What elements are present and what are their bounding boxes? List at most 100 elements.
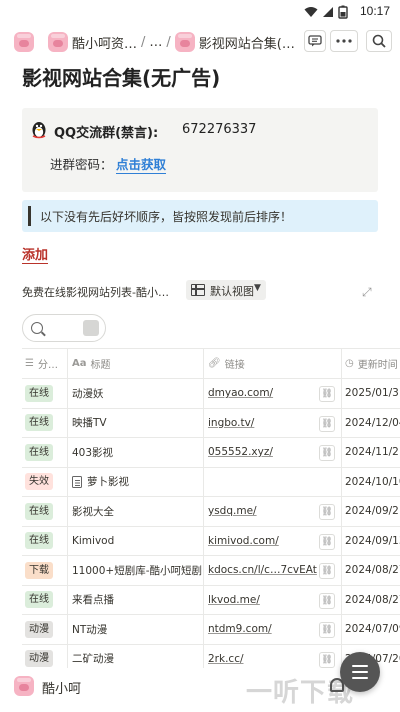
title-cell[interactable]: 403影视 xyxy=(68,438,204,467)
status-cell[interactable]: 失效 xyxy=(22,467,68,496)
title-cell[interactable]: 11000+短剧库-酷小呵短剧 xyxy=(68,556,204,585)
workspace-pig-icon[interactable] xyxy=(14,676,34,696)
password-label: 进群密码： xyxy=(50,157,113,172)
link-cell[interactable]: ntdm9.com/ ⛓︎ xyxy=(204,615,342,644)
date-cell[interactable]: 2024/11/21 xyxy=(342,438,400,467)
quote-bar xyxy=(28,206,31,226)
row-link[interactable]: ysdq.me/ xyxy=(208,505,257,517)
row-link[interactable]: 055552.xyz/ xyxy=(208,446,273,458)
title-cell[interactable]: 动漫妖 xyxy=(68,379,204,408)
page-pig-icon[interactable] xyxy=(48,32,68,52)
table-row[interactable]: 在线 动漫妖 dmyao.com/ ⛓︎ 2025/01/31 xyxy=(22,378,400,408)
table-row[interactable]: 在线 影视大全 ysdq.me/ ⛓︎ 2024/09/21 xyxy=(22,496,400,526)
status-tag: 在线 xyxy=(25,384,53,402)
chevron-down-icon: ▼ xyxy=(254,283,261,293)
row-link[interactable]: dmyao.com/ xyxy=(208,387,273,399)
status-cell[interactable]: 在线 xyxy=(22,379,68,408)
search-toggle[interactable] xyxy=(83,320,99,336)
link-cell[interactable]: kdocs.cn/l/c…7cvEAt ⛓︎ xyxy=(204,556,342,585)
comment-button[interactable] xyxy=(304,30,326,52)
workspace-name[interactable]: 酷小呵 xyxy=(42,678,81,697)
table-body: 在线 动漫妖 dmyao.com/⛓︎ 2025/01/31 在线 映播TV ingbo.t… xyxy=(22,378,400,673)
date-cell[interactable]: 2024/08/27 xyxy=(342,556,400,585)
table-row[interactable]: 在线 来看点播 lkvod.me/ ⛓︎ 2024/08/27 xyxy=(22,584,400,615)
link-cell[interactable]: ysdq.me/ ⛓︎ xyxy=(204,497,342,526)
database-search[interactable] xyxy=(22,314,106,342)
date-cell[interactable]: 2024/10/10 xyxy=(342,468,400,497)
search-button[interactable] xyxy=(366,30,392,52)
link-chain-icon[interactable]: ⛓︎ xyxy=(319,563,335,579)
row-link[interactable]: 2rk.cc/ xyxy=(208,653,244,665)
row-date: 2024/10/10 xyxy=(345,475,400,488)
column-header-date[interactable]: ◷ 更新时间 xyxy=(342,349,400,378)
quote-text: 以下没有先后好坏顺序，皆按照发现前后排序！ xyxy=(40,210,293,224)
status-cell[interactable]: 在线 xyxy=(22,438,68,467)
row-link[interactable]: ingbo.tv/ xyxy=(208,417,254,429)
date-cell[interactable]: 2024/12/04 xyxy=(342,409,400,438)
title-cell[interactable]: 来看点播 xyxy=(68,585,204,614)
link-cell[interactable]: kimivod.com/ ⛓︎ xyxy=(204,526,342,555)
status-cell[interactable]: 在线 xyxy=(22,497,68,526)
row-link[interactable]: lkvod.me/ xyxy=(208,594,260,606)
date-cell[interactable]: 2024/09/13 xyxy=(342,527,400,556)
status-cell[interactable]: 在线 xyxy=(22,408,68,437)
link-chain-icon[interactable]: ⛓︎ xyxy=(319,622,335,638)
link-chain-icon[interactable]: ⛓︎ xyxy=(319,651,335,668)
table-row[interactable]: 在线 403影视 055552.xyz/ ⛓︎ 2024/11/21 xyxy=(22,437,400,467)
title-cell[interactable]: 萝卜影视 xyxy=(68,467,204,496)
view-selector[interactable]: 默认视图 ▼ xyxy=(186,280,266,300)
table-row[interactable]: 在线 Kimivod kimivod.com/ ⛓︎ 2024/09/13 xyxy=(22,525,400,556)
status-cell[interactable]: 下载 xyxy=(22,556,68,585)
row-link[interactable]: kimivod.com/ xyxy=(208,535,279,547)
column-header-title[interactable]: Aa 标题 xyxy=(68,349,204,378)
more-button[interactable] xyxy=(330,30,358,52)
clock-icon: ◷ xyxy=(345,358,354,369)
date-cell[interactable]: 2025/01/31 xyxy=(342,379,400,408)
title-cell[interactable]: Kimivod xyxy=(68,526,204,555)
date-cell[interactable]: 2024/09/21 xyxy=(342,497,400,526)
link-cell[interactable]: lkvod.me/ ⛓︎ xyxy=(204,585,342,614)
link-cell[interactable] xyxy=(204,467,342,496)
page-title: 影视网站合集(无广告) xyxy=(22,66,221,90)
link-chain-icon[interactable]: ⛓︎ xyxy=(319,533,335,550)
status-cell[interactable]: 动漫 xyxy=(22,615,68,644)
row-link[interactable]: ntdm9.com/ xyxy=(208,623,272,635)
date-cell[interactable]: 2024/08/27 xyxy=(342,586,400,615)
breadcrumb-workspace[interactable]: 酷小呵资… xyxy=(72,33,137,52)
qq-group-label: QQ交流群(禁言): xyxy=(54,126,159,141)
status-cell[interactable]: 在线 xyxy=(22,526,68,555)
status-tag: 动漫 xyxy=(25,620,53,638)
link-chain-icon[interactable]: ⛓︎ xyxy=(319,386,335,402)
date-cell[interactable]: 2024/07/09 xyxy=(342,615,400,644)
column-header-status[interactable]: ☰ 分… xyxy=(22,349,68,378)
table-row[interactable]: 下载 11000+短剧库-酷小呵短剧 kdocs.cn/l/c…7cvEAt ⛓︎ 20… xyxy=(22,555,400,585)
title-cell[interactable]: NT动漫 xyxy=(68,615,204,644)
status-cell[interactable]: 在线 xyxy=(22,585,68,614)
link-icon: 🔗︎ xyxy=(208,358,221,369)
table-row[interactable]: 失效 萝卜影视 2024/10/10 xyxy=(22,466,400,497)
link-chain-icon[interactable]: ⛓︎ xyxy=(319,415,335,432)
title-cell[interactable]: 影视大全 xyxy=(68,497,204,526)
password-link[interactable]: 点击获取 xyxy=(116,154,167,174)
table-row[interactable]: 在线 映播TV ingbo.tv/ ⛓︎ 2024/12/04 xyxy=(22,407,400,438)
floating-menu-button[interactable] xyxy=(340,652,380,692)
link-cell[interactable]: 055552.xyz/ ⛓︎ xyxy=(204,438,342,467)
link-chain-icon[interactable]: ⛓︎ xyxy=(319,445,335,461)
row-link[interactable]: kdocs.cn/l/c…7cvEAt xyxy=(208,564,317,576)
view-label: 默认视图 xyxy=(210,285,254,298)
row-title: NT动漫 xyxy=(72,623,108,636)
link-cell[interactable]: dmyao.com/ ⛓︎ xyxy=(204,379,342,408)
add-link[interactable]: 添加 xyxy=(22,244,49,264)
column-header-link[interactable]: 🔗︎ 链接 xyxy=(204,349,342,378)
link-chain-icon[interactable]: ⛓︎ xyxy=(319,592,335,609)
breadcrumb-current[interactable]: 影视网站合集(… xyxy=(199,33,295,52)
link-chain-icon[interactable]: ⛓︎ xyxy=(319,504,335,520)
search-icon xyxy=(31,322,43,334)
breadcrumb-ellipsis[interactable]: … xyxy=(149,35,162,50)
current-page-pig-icon xyxy=(174,32,195,52)
database-title[interactable]: 免费在线影视网站列表-酷小… xyxy=(22,284,169,300)
link-cell[interactable]: ingbo.tv/ ⛓︎ xyxy=(204,408,342,437)
title-cell[interactable]: 映播TV xyxy=(68,408,204,437)
table-row[interactable]: 动漫 NT动漫 ntdm9.com/ ⛓︎ 2024/07/09 xyxy=(22,614,400,644)
expand-icon[interactable]: ⤢ xyxy=(362,285,372,300)
